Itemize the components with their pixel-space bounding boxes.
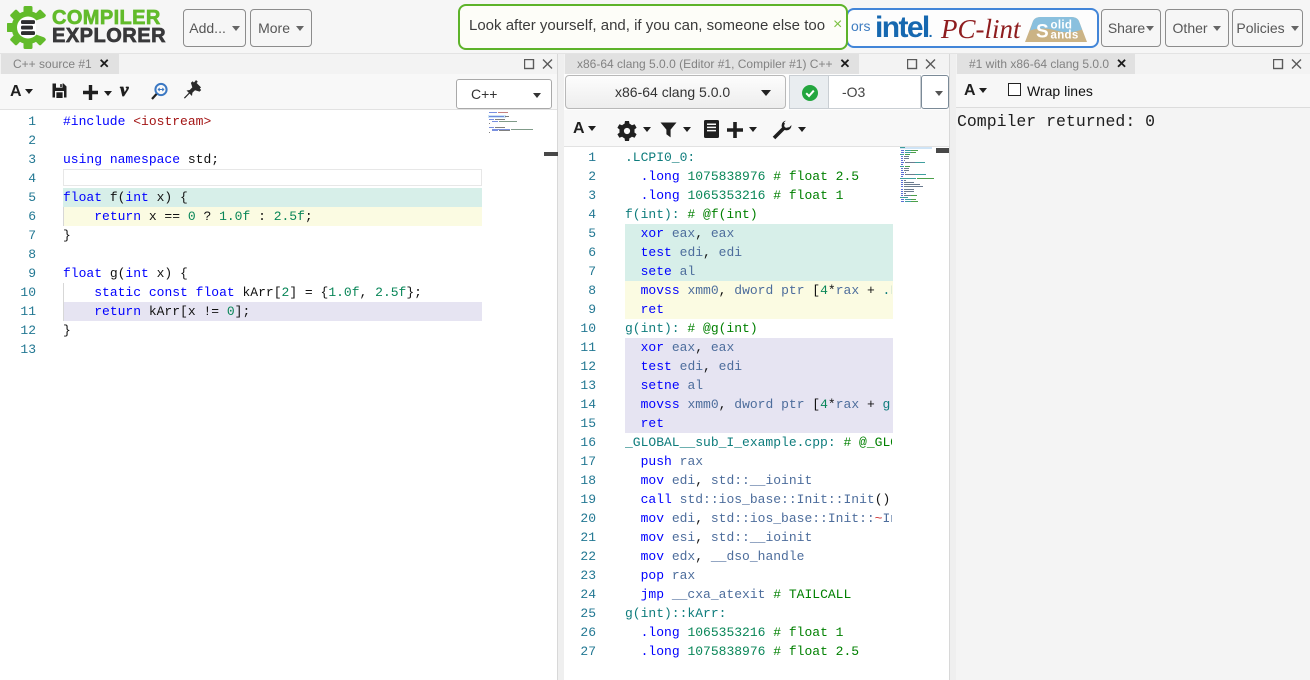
svg-text:S: S [1036, 22, 1049, 43]
svg-text:ands: ands [1051, 30, 1079, 42]
